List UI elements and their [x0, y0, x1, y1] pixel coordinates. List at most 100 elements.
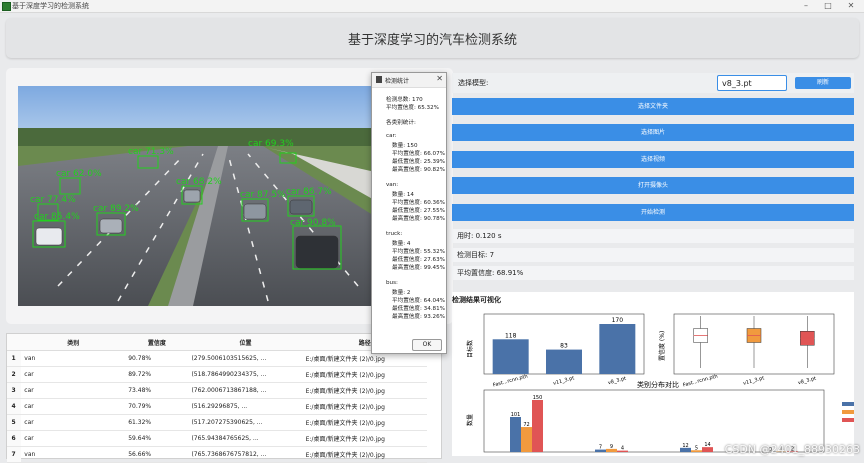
- dialog-class-min: 最低置信度: 34.81%: [392, 304, 445, 312]
- cell-class: car: [21, 431, 125, 447]
- chart-panel-title: 检测结果可视化: [452, 295, 501, 305]
- col-header[interactable]: 类别: [21, 334, 125, 351]
- table-header: 类别 置信度 位置 路径: [7, 334, 427, 351]
- count-bar-label: 170: [612, 317, 624, 324]
- count-chart-ylabel: 目标数: [466, 340, 474, 358]
- dist-bar-label: 150: [533, 395, 543, 401]
- legend-swatch: [842, 410, 854, 414]
- dialog-class-avg: 平均置信度: 55.32%: [392, 247, 445, 255]
- table-row[interactable]: 2car89.72%(518.7864990234375, ...E:/桌面/新…: [7, 367, 427, 383]
- dist-bar-label: 7: [599, 445, 602, 451]
- chart-panel: 检测结果可视化 目标数 118Fast...rcnn.pth83v11_3.pt…: [452, 292, 854, 456]
- table-row[interactable]: 3car73.48%(762.0006713867188, ...E:/桌面/新…: [7, 383, 427, 399]
- boxplot-ylabel: 置信度 (%): [658, 331, 666, 361]
- dialog-class-count: 数量: 14: [392, 190, 414, 198]
- det-label: car 77.4%: [30, 195, 76, 205]
- close-icon[interactable]: ✕: [840, 0, 862, 12]
- cell-conf: 90.78%: [125, 351, 188, 367]
- watermark: CSDN @2401_88930263: [725, 443, 860, 456]
- dialog-icon: [376, 76, 382, 83]
- count-bar-label: 83: [560, 343, 568, 350]
- maximize-icon[interactable]: □: [817, 0, 839, 12]
- dist-bar-label: 14: [704, 442, 710, 448]
- dialog-class-avg: 平均置信度: 60.36%: [392, 198, 445, 206]
- det-label: car 86.7%: [286, 187, 332, 197]
- model-row: 选择模型: v8_3.pt 刷新: [452, 73, 854, 93]
- cell-path: E:/桌面/新建文件夹 (2)/0.jpg: [303, 367, 427, 383]
- dialog-title: 检测统计: [385, 76, 409, 85]
- cell-class: car: [21, 383, 125, 399]
- det-label: car 69.3%: [248, 139, 294, 149]
- count-bar: [546, 350, 582, 374]
- dist-chart-title: 类别分布对比: [637, 380, 679, 389]
- app-icon: [2, 2, 11, 11]
- dist-bar: [521, 427, 532, 452]
- cell-path: E:/桌面/新建文件夹 (2)/0.jpg: [303, 447, 427, 463]
- cell-path: E:/桌面/新建文件夹 (2)/0.jpg: [303, 383, 427, 399]
- dist-bar: [532, 400, 543, 452]
- col-header[interactable]: 置信度: [125, 334, 188, 351]
- table-row[interactable]: 5car61.32%(517.207275390625, ...E:/桌面/新建…: [7, 415, 427, 431]
- col-header[interactable]: 位置: [188, 334, 302, 351]
- table-corner: [7, 334, 21, 351]
- minimize-icon[interactable]: –: [795, 0, 817, 12]
- table-row[interactable]: 1van90.78%(279.5006103515625, ...E:/桌面/新…: [7, 351, 427, 367]
- det-label: car 68.2%: [176, 177, 222, 187]
- dialog-class-name: truck:: [386, 231, 402, 237]
- dist-bar-label: 9: [610, 444, 613, 450]
- select-folder-button[interactable]: 选择文件夹: [452, 98, 854, 115]
- table-row[interactable]: 4car70.79%(516.29296875, ...E:/桌面/新建文件夹 …: [7, 399, 427, 415]
- table-row[interactable]: 6car59.64%(765.9438476562S, ...E:/桌面/新建文…: [7, 431, 427, 447]
- cell-position: (516.29296875, ...: [188, 399, 302, 415]
- row-number: 7: [7, 447, 21, 463]
- count-bar: [599, 324, 635, 374]
- model-input[interactable]: v8_3.pt: [717, 75, 787, 91]
- start-detect-button[interactable]: 开始检测: [452, 204, 854, 221]
- table-row[interactable]: 7van56.66%(765.7368676757812, ...E:/桌面/新…: [7, 447, 427, 463]
- count-stat: 检测目标: 7: [452, 248, 854, 262]
- cell-conf: 70.79%: [125, 399, 188, 415]
- dialog-class-min: 最低置信度: 25.39%: [392, 157, 445, 165]
- dialog-section: 各类别统计:: [386, 118, 416, 126]
- model-label: 选择模型:: [458, 78, 488, 88]
- cell-path: E:/桌面/新建文件夹 (2)/0.jpg: [303, 415, 427, 431]
- count-bar-label: 118: [505, 332, 517, 339]
- close-icon[interactable]: ✕: [436, 74, 443, 83]
- cell-conf: 61.32%: [125, 415, 188, 431]
- stats-dialog: 检测统计 ✕ 检测总数: 170 平均置信度: 65.32% 各类别统计: ca…: [371, 72, 447, 354]
- cell-position: (765.7368676757812, ...: [188, 447, 302, 463]
- open-camera-button[interactable]: 打开摄像头: [452, 177, 854, 194]
- cell-class: van: [21, 351, 125, 367]
- charts-svg: 目标数 118Fast...rcnn.pth83v11_3.pt170v8_3.…: [452, 306, 854, 456]
- dialog-class-max: 最高置信度: 90.78%: [392, 214, 445, 222]
- det-label: car 87.5%: [240, 190, 286, 200]
- dist-chart-ylabel: 数量: [466, 414, 474, 426]
- dist-legend: [842, 402, 854, 422]
- cell-conf: 59.64%: [125, 431, 188, 447]
- cell-position: (765.9438476562S, ...: [188, 431, 302, 447]
- dialog-class-name: car:: [386, 133, 397, 139]
- det-label: car 89.2%: [93, 204, 139, 214]
- refresh-button[interactable]: 刷新: [795, 77, 851, 89]
- cell-class: van: [21, 447, 125, 463]
- ok-button[interactable]: OK: [412, 339, 442, 351]
- row-number: 5: [7, 415, 21, 431]
- dialog-avg: 平均置信度: 65.32%: [386, 103, 439, 111]
- dialog-class-count: 数量: 2: [392, 288, 410, 296]
- cell-conf: 89.72%: [125, 367, 188, 383]
- app-title: 基于深度学习的汽车检测系统: [6, 29, 859, 48]
- cell-position: (279.5006103515625, ...: [188, 351, 302, 367]
- cell-class: car: [21, 367, 125, 383]
- det-label: car 62.0%: [56, 169, 102, 179]
- select-image-button[interactable]: 选择图片: [452, 124, 854, 141]
- dist-bar-label: 5: [695, 445, 698, 451]
- det-label: car 90.8%: [290, 218, 336, 228]
- row-number: 1: [7, 351, 21, 367]
- window-titlebar: 基于深度学习的检测系统 – □ ✕: [0, 0, 864, 13]
- dialog-class-max: 最高置信度: 99.45%: [392, 263, 445, 271]
- row-number: 6: [7, 431, 21, 447]
- dialog-class-count: 数量: 150: [392, 141, 418, 149]
- dialog-class-min: 最低置信度: 27.55%: [392, 206, 445, 214]
- window-title: 基于深度学习的检测系统: [12, 1, 89, 11]
- select-video-button[interactable]: 选择视频: [452, 151, 854, 168]
